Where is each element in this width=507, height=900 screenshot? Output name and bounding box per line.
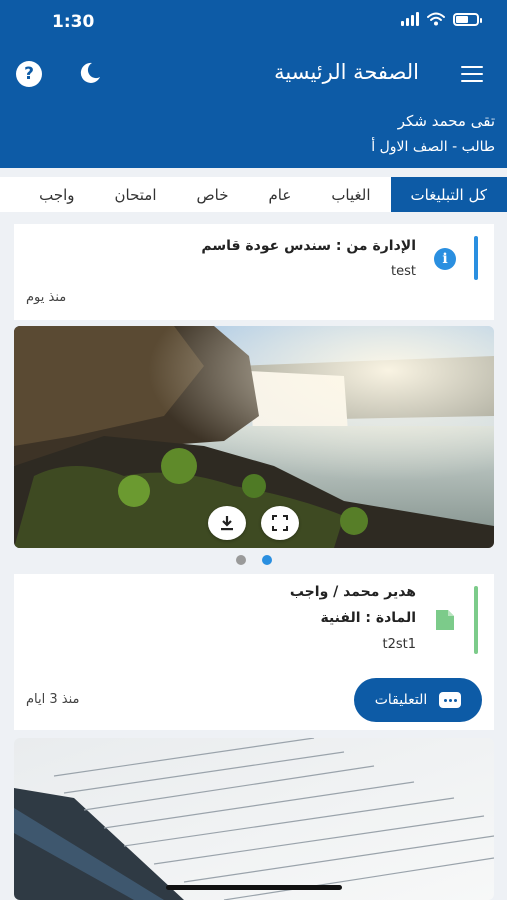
announcement-body: test: [391, 264, 416, 279]
tab-general[interactable]: عام: [249, 177, 312, 212]
battery-icon: [453, 12, 482, 26]
tab-absence[interactable]: الغياب: [311, 177, 390, 212]
announcement-accent-bar: [474, 236, 478, 280]
wifi-icon: [427, 12, 445, 26]
comments-button[interactable]: التعليقات: [354, 678, 482, 722]
download-button[interactable]: [208, 506, 246, 540]
homework-time: منذ 3 ايام: [26, 692, 80, 707]
announcement-time: منذ يوم: [26, 290, 67, 305]
menu-icon[interactable]: [461, 66, 483, 82]
homework-title: هدير محمد / واجب: [289, 584, 416, 600]
help-icon[interactable]: ?: [16, 61, 42, 87]
homework-card[interactable]: هدير محمد / واجب المادة : الفنية t2st1 ا…: [14, 574, 494, 730]
homework-subject: المادة : الفنية: [320, 610, 416, 626]
tab-all[interactable]: كل التبليغات: [390, 177, 507, 212]
page-title: الصفحة الرئيسية: [274, 60, 419, 84]
user-name: تقى محمد شكر: [397, 112, 495, 130]
filter-tabs: كل التبليغات الغياب عام خاص امتحان واجب: [0, 177, 507, 212]
signal-icon: [401, 12, 419, 26]
fullscreen-icon: [272, 515, 288, 531]
dark-mode-icon[interactable]: [78, 61, 102, 85]
document-photo: [14, 738, 494, 900]
home-indicator: [166, 885, 342, 890]
tab-homework[interactable]: واجب: [19, 177, 94, 212]
tab-private[interactable]: خاص: [177, 177, 249, 212]
waterfall-photo: [14, 326, 494, 548]
fullscreen-button[interactable]: [261, 506, 299, 540]
gallery-dot-2[interactable]: [262, 555, 272, 565]
status-time: 1:30: [52, 12, 95, 32]
homework-accent-bar: [474, 586, 478, 654]
status-icons: [401, 12, 482, 26]
download-icon: [221, 516, 233, 531]
announcement-card[interactable]: i الإدارة من : سندس عودة قاسم test منذ ي…: [14, 224, 494, 320]
attachment-image-waterfall[interactable]: [14, 326, 494, 548]
homework-body: t2st1: [382, 637, 416, 652]
info-icon: i: [434, 248, 456, 270]
document-icon: [436, 610, 454, 630]
chat-icon: [439, 692, 462, 708]
attachment-image-document[interactable]: [14, 738, 494, 900]
app-header: 1:30 ? الصفحة الرئيسية تقى محمد شكر طالب…: [0, 0, 507, 168]
tab-exam[interactable]: امتحان: [95, 177, 177, 212]
comments-label: التعليقات: [374, 692, 428, 708]
gallery-dot-1[interactable]: [236, 555, 246, 565]
user-class: طالب - الصف الاول أ: [371, 139, 495, 155]
announcement-title: الإدارة من : سندس عودة قاسم: [201, 238, 416, 254]
gallery-dots: [236, 555, 272, 565]
